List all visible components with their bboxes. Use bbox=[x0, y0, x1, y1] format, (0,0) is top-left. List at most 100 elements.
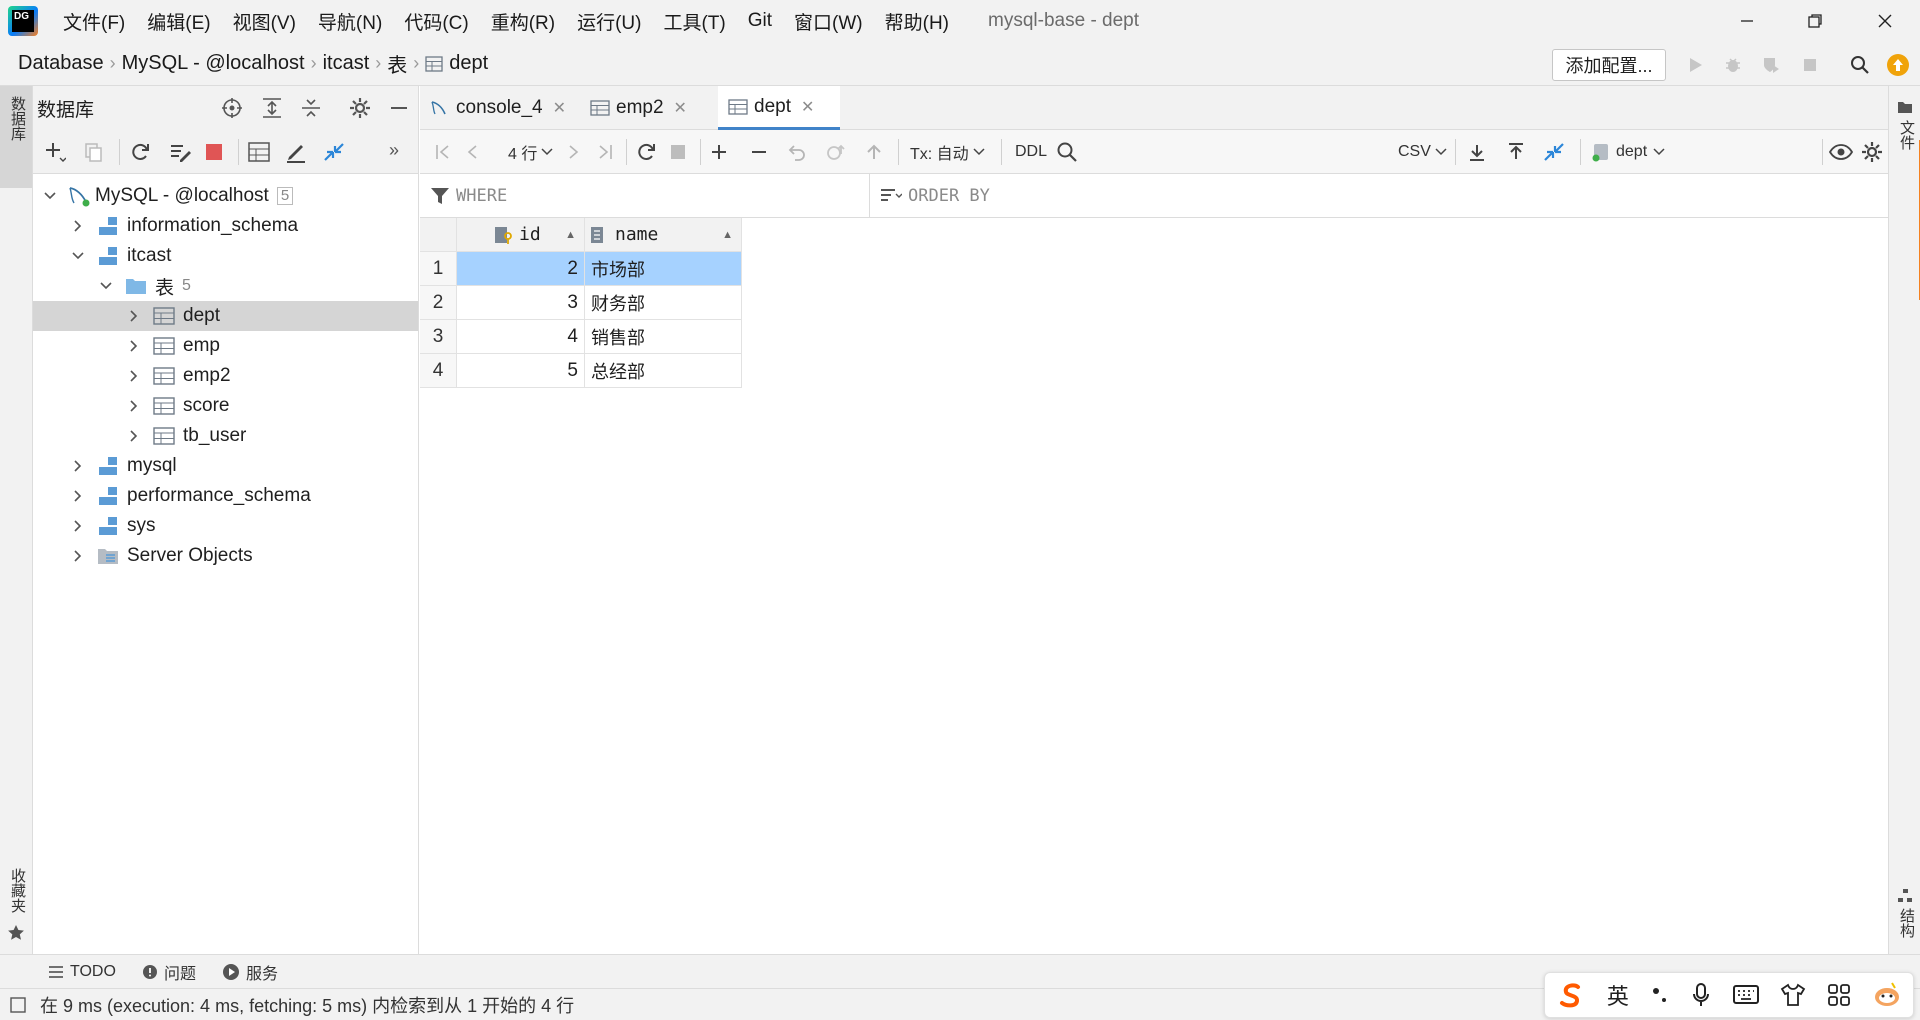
next-page-icon[interactable] bbox=[564, 143, 582, 161]
close-tab-icon[interactable]: ✕ bbox=[801, 97, 814, 117]
todo-tab[interactable]: TODO bbox=[48, 963, 116, 981]
files-tab-label[interactable]: 文件 bbox=[1896, 120, 1917, 150]
tree-node-datasource[interactable]: MySQL - @localhost 5 bbox=[33, 181, 418, 211]
tree-node-server-objects[interactable]: Server Objects bbox=[33, 541, 418, 571]
menu-run[interactable]: 运行(U) bbox=[566, 8, 652, 35]
menu-refactor[interactable]: 重构(R) bbox=[480, 8, 566, 35]
tab-dept-active[interactable]: dept ✕ bbox=[718, 86, 840, 130]
punctuation-icon[interactable] bbox=[1650, 983, 1670, 1007]
close-window-button[interactable] bbox=[1850, 0, 1920, 42]
menu-git[interactable]: Git bbox=[737, 10, 783, 32]
jump-to-console-icon[interactable] bbox=[1542, 141, 1566, 163]
status-window-icon[interactable] bbox=[10, 996, 26, 1013]
table-corner[interactable] bbox=[420, 218, 457, 252]
stop-icon[interactable] bbox=[669, 143, 687, 161]
cell-name[interactable]: 总经部 bbox=[585, 354, 742, 388]
coverage-button[interactable] bbox=[1756, 50, 1786, 80]
refresh-icon[interactable] bbox=[129, 141, 151, 163]
favorites-tab-label[interactable]: 收藏夹 bbox=[7, 868, 28, 913]
schema-edit-icon[interactable] bbox=[169, 141, 193, 163]
cell-id-selected[interactable]: 2 bbox=[457, 252, 585, 286]
database-tool-window-tab[interactable]: 数据库 bbox=[0, 86, 32, 188]
restore-button[interactable] bbox=[1780, 0, 1850, 42]
menu-edit[interactable]: 编辑(E) bbox=[136, 8, 221, 35]
minimize-button[interactable] bbox=[1712, 0, 1782, 42]
debug-button[interactable] bbox=[1718, 50, 1748, 80]
menu-tools[interactable]: 工具(T) bbox=[652, 8, 736, 35]
order-by-input[interactable]: ORDER BY bbox=[870, 174, 1888, 218]
rows-count-dropdown[interactable]: 4 行 bbox=[508, 130, 553, 174]
transaction-mode-dropdown[interactable]: Tx: 自动 bbox=[910, 130, 985, 174]
tree-node-schema[interactable]: sys bbox=[33, 511, 418, 541]
search-icon[interactable] bbox=[1056, 141, 1078, 163]
submit-preview-icon[interactable] bbox=[825, 142, 847, 162]
breadcrumb-table[interactable]: dept bbox=[449, 52, 488, 75]
cell-id[interactable]: 3 bbox=[457, 286, 585, 320]
services-tab[interactable]: 服务 bbox=[222, 960, 278, 984]
cell-name[interactable]: 销售部 bbox=[585, 320, 742, 354]
cell-name-selected[interactable]: 市场部 bbox=[585, 252, 742, 286]
tree-node-table[interactable]: score bbox=[33, 391, 418, 421]
stop-icon[interactable] bbox=[205, 143, 223, 161]
add-icon[interactable] bbox=[44, 141, 66, 163]
microphone-icon[interactable] bbox=[1691, 982, 1711, 1008]
close-tab-icon[interactable]: ✕ bbox=[553, 98, 566, 118]
run-button[interactable] bbox=[1680, 50, 1710, 80]
structure-tab-label[interactable]: 结构 bbox=[1896, 908, 1917, 938]
jump-to-console-icon[interactable] bbox=[322, 141, 346, 163]
schema-context-dropdown[interactable]: dept bbox=[1590, 130, 1665, 174]
last-page-icon[interactable] bbox=[596, 143, 614, 161]
table-icon[interactable] bbox=[248, 142, 270, 162]
cell-id[interactable]: 4 bbox=[457, 320, 585, 354]
updates-button[interactable] bbox=[1883, 50, 1913, 80]
tree-node-table[interactable]: emp2 bbox=[33, 361, 418, 391]
refresh-icon[interactable] bbox=[635, 141, 657, 163]
cell-id[interactable]: 5 bbox=[457, 354, 585, 388]
cell-name[interactable]: 财务部 bbox=[585, 286, 742, 320]
column-header-name[interactable]: name ▲ bbox=[585, 218, 742, 252]
breadcrumb-database[interactable]: Database bbox=[18, 52, 104, 75]
ime-language-toggle[interactable]: 英 bbox=[1607, 979, 1629, 1011]
menu-help[interactable]: 帮助(H) bbox=[874, 8, 960, 35]
tree-node-schema[interactable]: performance_schema bbox=[33, 481, 418, 511]
gear-icon[interactable] bbox=[1861, 141, 1883, 163]
gear-icon[interactable] bbox=[349, 97, 371, 119]
more-tools-chevron-icon[interactable]: » bbox=[389, 140, 399, 161]
edit-pencil-icon[interactable] bbox=[285, 141, 307, 163]
tree-node-schema[interactable]: mysql bbox=[33, 451, 418, 481]
skin-shirt-icon[interactable] bbox=[1780, 983, 1806, 1007]
search-everywhere-button[interactable] bbox=[1845, 50, 1875, 80]
delete-row-icon[interactable] bbox=[749, 142, 769, 162]
keyboard-icon[interactable] bbox=[1732, 984, 1759, 1006]
grid-apps-icon[interactable] bbox=[1827, 983, 1851, 1007]
previous-page-icon[interactable] bbox=[464, 143, 482, 161]
breadcrumb-tables[interactable]: 表 bbox=[387, 49, 407, 78]
row-number[interactable]: 4 bbox=[420, 354, 457, 388]
stop-button[interactable] bbox=[1795, 50, 1825, 80]
close-tab-icon[interactable]: ✕ bbox=[674, 98, 687, 118]
add-row-icon[interactable] bbox=[709, 142, 729, 162]
upload-icon[interactable] bbox=[1506, 142, 1526, 162]
ddl-button[interactable]: DDL bbox=[1015, 130, 1047, 174]
mascot-icon[interactable] bbox=[1872, 980, 1902, 1010]
breadcrumb-datasource[interactable]: MySQL - @localhost bbox=[122, 52, 305, 75]
sort-arrows-icon[interactable]: ▲ bbox=[722, 229, 733, 241]
tree-node-table[interactable]: emp bbox=[33, 331, 418, 361]
tree-node-table[interactable]: tb_user bbox=[33, 421, 418, 451]
tree-node-schema[interactable]: information_schema bbox=[33, 211, 418, 241]
first-page-icon[interactable] bbox=[434, 143, 452, 161]
column-header-id[interactable]: id ▲ bbox=[457, 218, 585, 252]
row-number[interactable]: 1 bbox=[420, 252, 457, 286]
duplicate-icon[interactable] bbox=[83, 141, 105, 163]
download-icon[interactable] bbox=[1467, 142, 1487, 162]
revert-icon[interactable] bbox=[787, 142, 807, 162]
tree-node-table-selected[interactable]: dept bbox=[33, 301, 418, 331]
sogou-logo-icon[interactable] bbox=[1556, 980, 1586, 1010]
tab-emp2[interactable]: emp2 ✕ bbox=[590, 86, 710, 130]
submit-icon[interactable] bbox=[864, 142, 884, 162]
tab-console[interactable]: console_4 ✕ bbox=[430, 86, 578, 130]
where-filter-input[interactable]: WHERE bbox=[420, 174, 870, 218]
row-number[interactable]: 2 bbox=[420, 286, 457, 320]
menu-view[interactable]: 视图(V) bbox=[222, 8, 307, 35]
locate-icon[interactable] bbox=[221, 97, 243, 119]
